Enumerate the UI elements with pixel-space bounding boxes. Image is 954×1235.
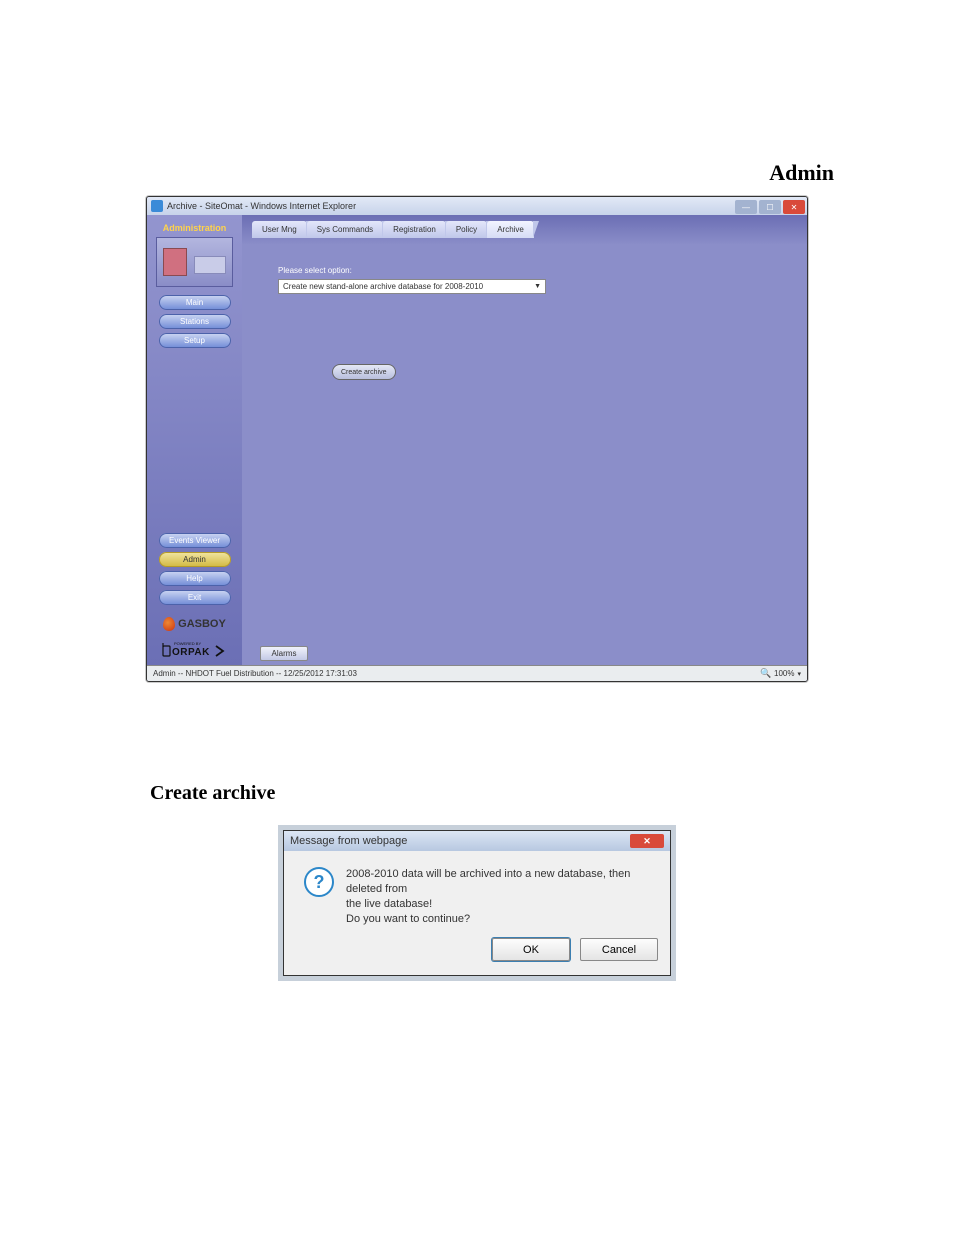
option-prompt: Please select option:	[278, 266, 797, 275]
zoom-value: 100%	[774, 669, 794, 678]
status-text: Admin -- NHDOT Fuel Distribution -- 12/2…	[153, 669, 357, 678]
tab-archive[interactable]: Archive	[487, 221, 534, 238]
ok-button[interactable]: OK	[492, 938, 570, 961]
dialog-titlebar: Message from webpage ✕	[284, 831, 670, 851]
brand-text: GASBOY	[178, 618, 226, 630]
content-area: User Mng Sys Commands Registration Polic…	[242, 215, 807, 665]
nav-admin[interactable]: Admin	[159, 552, 231, 567]
maximize-button[interactable]: ☐	[759, 200, 781, 214]
nav-help[interactable]: Help	[159, 571, 231, 586]
flame-icon	[163, 617, 175, 631]
dialog-msg-line3: Do you want to continue?	[346, 912, 650, 927]
tab-registration[interactable]: Registration	[383, 221, 446, 238]
chevron-down-icon: ▼	[534, 280, 541, 293]
brand-gasboy: GASBOY	[163, 617, 226, 631]
nav-stations[interactable]: Stations	[159, 314, 231, 329]
minimize-button[interactable]: —	[735, 200, 757, 214]
magnifier-icon: 🔍	[761, 669, 771, 679]
close-button[interactable]: ✕	[783, 200, 805, 214]
sidebar-heading: Administration	[163, 223, 227, 233]
window-controls: — ☐ ✕	[735, 198, 807, 214]
tab-user-mng[interactable]: User Mng	[252, 221, 307, 238]
nav-exit[interactable]: Exit	[159, 590, 231, 605]
section-heading-admin: Admin	[60, 160, 834, 186]
titlebar: Archive - SiteOmat - Windows Internet Ex…	[147, 197, 807, 215]
chevron-down-icon: ▾	[797, 670, 801, 678]
create-archive-button[interactable]: Create archive	[332, 364, 396, 380]
sidebar: Administration Main Stations Setup Event…	[147, 215, 242, 665]
status-bar: Admin -- NHDOT Fuel Distribution -- 12/2…	[147, 665, 807, 681]
tab-bar: User Mng Sys Commands Registration Polic…	[252, 221, 797, 238]
dialog-msg-line2: the live database!	[346, 897, 650, 912]
nav-events-viewer[interactable]: Events Viewer	[159, 533, 231, 548]
cancel-button[interactable]: Cancel	[580, 938, 658, 961]
window-title: Archive - SiteOmat - Windows Internet Ex…	[167, 201, 735, 211]
dialog-message: 2008-2010 data will be archived into a n…	[346, 867, 650, 926]
confirm-dialog: Message from webpage ✕ ? 2008-2010 data …	[283, 830, 671, 976]
sidebar-image	[156, 237, 233, 287]
section-heading-create-archive: Create archive	[150, 782, 894, 805]
tab-policy[interactable]: Policy	[446, 221, 487, 238]
zoom-control[interactable]: 🔍 100% ▾	[761, 669, 801, 679]
tab-sys-commands[interactable]: Sys Commands	[307, 221, 383, 238]
ie-icon	[151, 200, 163, 212]
orpak-text: ORPAK	[172, 647, 210, 658]
powered-by-text: POWERED BY	[174, 641, 201, 646]
browser-window: Archive - SiteOmat - Windows Internet Ex…	[146, 196, 808, 682]
nav-main[interactable]: Main	[159, 295, 231, 310]
nav-setup[interactable]: Setup	[159, 333, 231, 348]
dialog-msg-line1: 2008-2010 data will be archived into a n…	[346, 867, 650, 897]
dialog-outer: Message from webpage ✕ ? 2008-2010 data …	[278, 825, 676, 981]
brand-orpak: POWERED BY ORPAK	[160, 639, 230, 659]
option-dropdown[interactable]: Create new stand-alone archive database …	[278, 279, 797, 294]
alarms-button[interactable]: Alarms	[260, 646, 308, 661]
dropdown-value: Create new stand-alone archive database …	[283, 280, 483, 293]
dialog-close-button[interactable]: ✕	[630, 834, 664, 848]
question-icon: ?	[304, 867, 334, 897]
dialog-title-text: Message from webpage	[290, 835, 407, 847]
